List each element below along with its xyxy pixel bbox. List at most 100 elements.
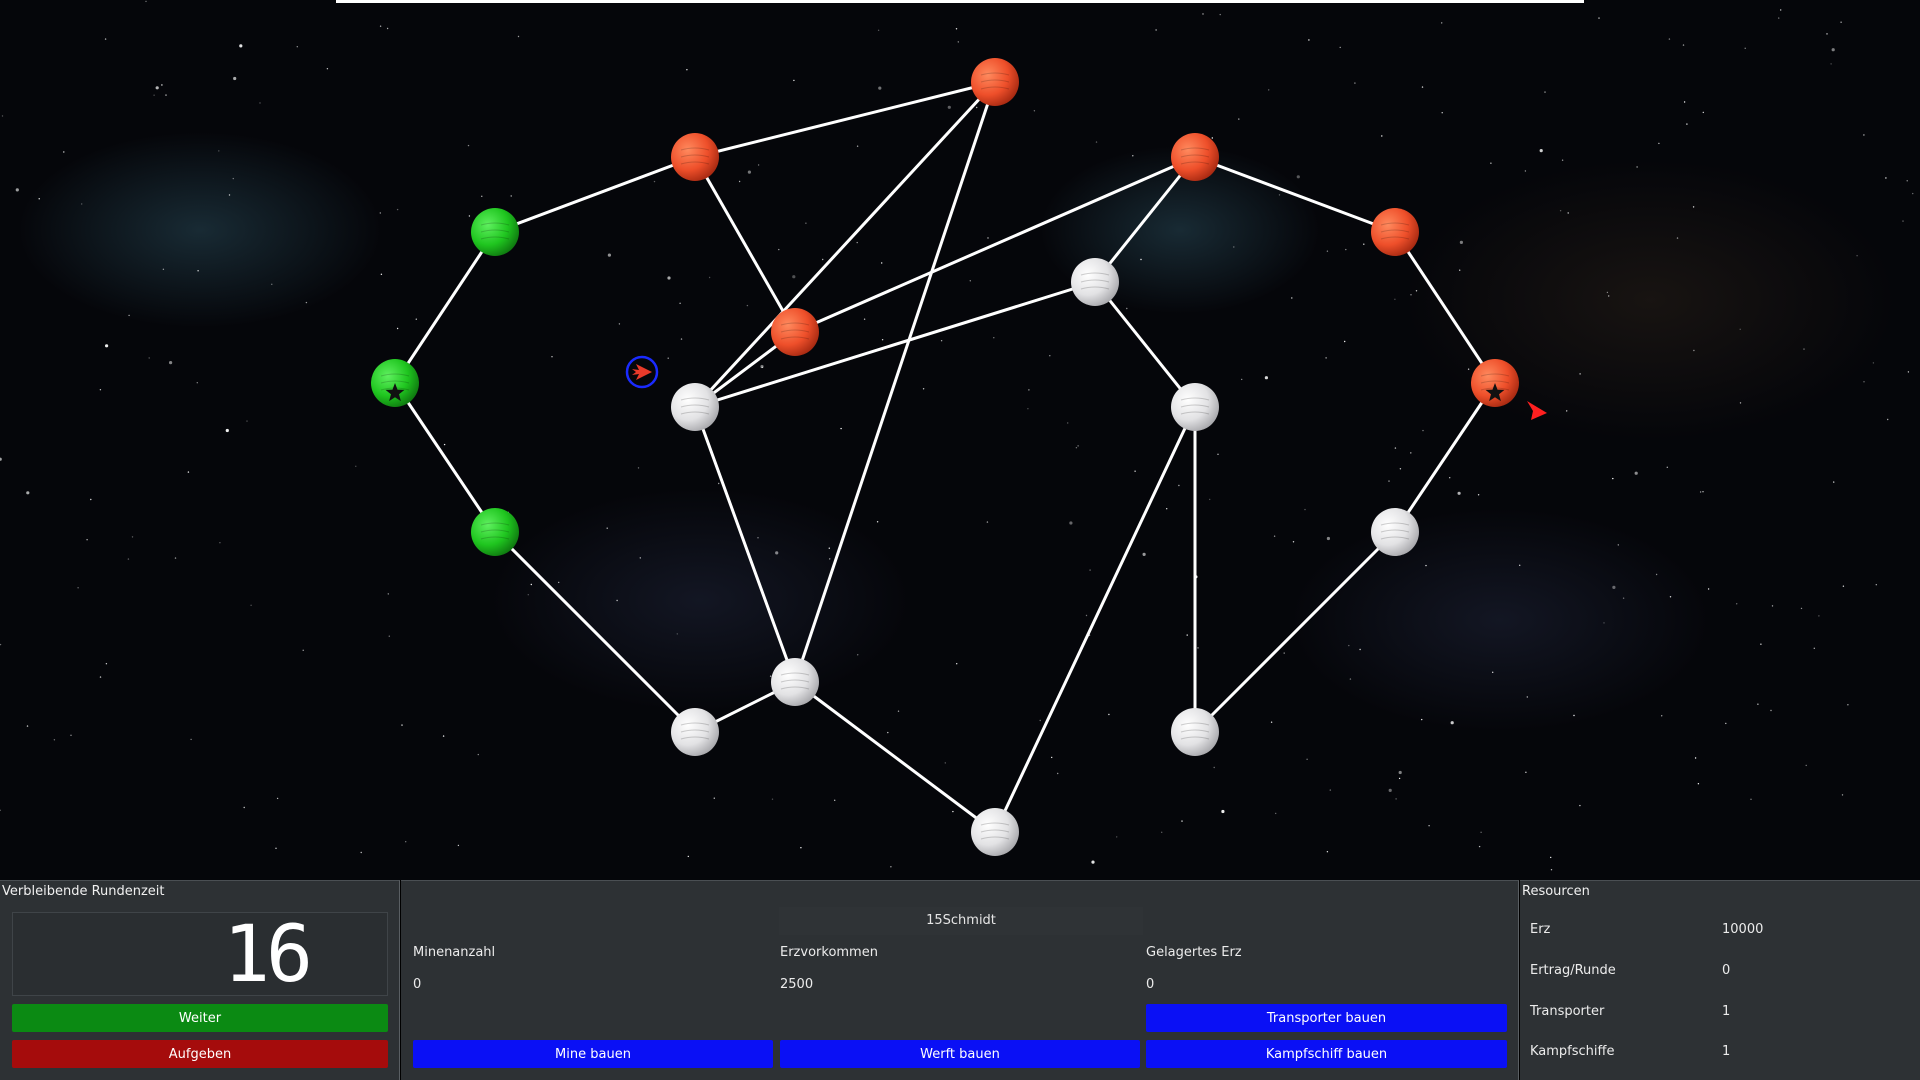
star (197, 270, 199, 272)
star (863, 318, 866, 320)
star (1598, 17, 1600, 19)
star (713, 797, 715, 799)
player-ship[interactable] (625, 355, 659, 389)
planet-neutral[interactable] (671, 708, 719, 756)
star (1863, 134, 1865, 136)
hyperlane (1093, 156, 1197, 283)
star (1449, 477, 1451, 479)
star (457, 844, 460, 847)
star (887, 731, 889, 734)
star (1178, 484, 1180, 487)
planet-player[interactable] (471, 208, 519, 256)
planet-neutral[interactable] (1071, 258, 1119, 306)
star (1526, 696, 1529, 698)
planet-enemy[interactable] (971, 58, 1019, 106)
star (1270, 721, 1273, 723)
star (757, 164, 760, 166)
planet-enemy[interactable] (1471, 359, 1519, 407)
planet-enemy[interactable] (771, 308, 819, 356)
planet-neutral[interactable] (971, 808, 1019, 856)
planet-enemy[interactable] (671, 133, 719, 181)
spaceship-icon (1527, 401, 1547, 420)
star (1306, 758, 1308, 760)
star (1692, 206, 1695, 208)
starfield (0, 0, 1914, 871)
star (738, 180, 741, 183)
star (1636, 166, 1638, 168)
star (131, 536, 134, 538)
star (747, 170, 752, 174)
resource-ore-label: Erz (1530, 922, 1551, 937)
star (1209, 498, 1211, 501)
star (161, 84, 163, 86)
hyperlane (693, 156, 797, 333)
turn-panel: Verbleibende Rundenzeit 16 Weiter Aufgeb… (0, 880, 400, 1080)
build-shipyard-button[interactable]: Werft bauen (780, 1040, 1140, 1068)
planet-neutral[interactable] (1171, 708, 1219, 756)
star (1612, 477, 1614, 480)
planet-neutral[interactable] (1371, 508, 1419, 556)
surrender-button[interactable]: Aufgeben (12, 1040, 388, 1068)
star (127, 558, 130, 560)
star (86, 539, 88, 541)
star (1278, 194, 1281, 196)
enemy-ship[interactable] (1527, 401, 1547, 420)
planet-name: 15Schmidt (779, 907, 1143, 935)
star (259, 102, 261, 104)
star (1399, 468, 1402, 470)
star (1778, 17, 1780, 19)
next-turn-button[interactable]: Weiter (12, 1004, 388, 1032)
star (128, 314, 130, 317)
star (477, 753, 479, 756)
star (162, 268, 165, 270)
star (405, 841, 407, 843)
star (1, 115, 4, 117)
star (1842, 585, 1845, 587)
star (1291, 297, 1293, 299)
planet-neutral[interactable] (671, 383, 719, 431)
hyperlane (494, 155, 696, 234)
star (63, 151, 65, 153)
star (680, 338, 683, 340)
star (387, 593, 389, 595)
hyperlane (1393, 382, 1497, 533)
star (153, 94, 155, 96)
star (1422, 429, 1424, 432)
planet-enemy[interactable] (1171, 133, 1219, 181)
resource-transporter-value: 1 (1722, 1004, 1731, 1019)
star (1326, 851, 1329, 853)
star (1847, 704, 1849, 706)
star (606, 527, 608, 529)
star (769, 675, 772, 677)
star (1579, 804, 1581, 807)
star (676, 633, 678, 635)
planet-player[interactable] (471, 508, 519, 556)
build-mine-button[interactable]: Mine bauen (413, 1040, 773, 1068)
star (1116, 836, 1118, 838)
build-warship-button[interactable]: Kampfschiff bauen (1146, 1040, 1507, 1068)
star (1566, 410, 1568, 412)
star (761, 366, 763, 368)
star (1296, 175, 1300, 179)
hyperlane (1193, 530, 1397, 734)
planet-neutral[interactable] (771, 658, 819, 706)
planet-player[interactable] (371, 359, 419, 407)
star (1428, 825, 1430, 827)
star (775, 551, 779, 555)
resource-warships-label: Kampfschiffe (1530, 1044, 1615, 1059)
star (517, 35, 520, 38)
galaxy-map[interactable] (0, 0, 1920, 880)
star (1683, 101, 1686, 103)
star (302, 649, 304, 651)
star (1421, 86, 1424, 88)
planet-enemy[interactable] (1371, 208, 1419, 256)
build-transporter-button[interactable]: Transporter bauen (1146, 1004, 1507, 1032)
star (1181, 820, 1183, 822)
star (551, 356, 553, 358)
star (1077, 445, 1079, 447)
star (1415, 290, 1418, 292)
star (1457, 491, 1461, 495)
star (1573, 714, 1575, 717)
planet-neutral[interactable] (1171, 383, 1219, 431)
star (1091, 860, 1095, 864)
